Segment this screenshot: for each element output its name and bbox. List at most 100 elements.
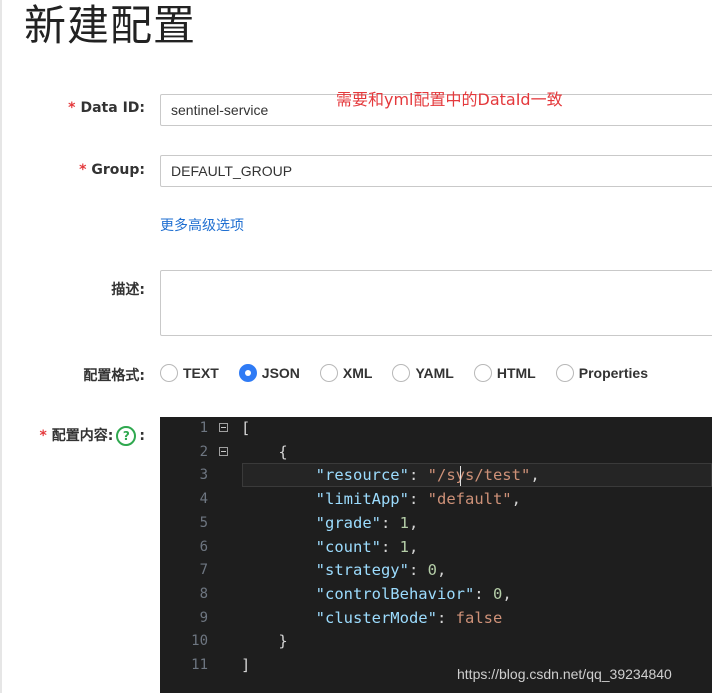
radio-label: YAML	[415, 365, 454, 381]
content-label: * 配置内容:?:	[39, 425, 145, 446]
advanced-options-link[interactable]: 更多高级选项	[160, 215, 244, 235]
editor-line: 10 }	[160, 630, 712, 654]
help-icon[interactable]: ?	[116, 426, 137, 446]
code-text: [	[241, 417, 250, 441]
fold-toggle-icon[interactable]	[219, 446, 228, 456]
line-number: 3	[199, 467, 208, 484]
code-token: "controlBehavior"	[315, 584, 475, 603]
format-radio-group: TEXT JSON XML YAML HTML Properties	[160, 361, 668, 385]
text-cursor	[460, 466, 461, 486]
code-text: }	[241, 630, 288, 654]
left-border	[0, 0, 2, 693]
page-title: 新建配置	[24, 1, 197, 50]
code-token: 0	[427, 561, 437, 580]
group-label-text: Group:	[91, 162, 145, 178]
editor-line: 3 "resource": "/sys/test",	[160, 464, 712, 488]
line-number: 5	[199, 514, 208, 531]
code-token: 1	[399, 513, 409, 532]
editor-line: 5 "grade": 1,	[160, 512, 712, 536]
radio-label: TEXT	[183, 365, 219, 381]
code-token: [	[241, 419, 251, 437]
code-token: "resource"	[315, 466, 409, 485]
annotation-note: 需要和yml配置中的DataId一致	[336, 90, 563, 109]
watermark-text: https://blog.csdn.net/qq_39234840	[457, 666, 672, 682]
code-token: ,	[409, 513, 419, 532]
code-text: "controlBehavior": 0,	[241, 583, 512, 607]
content-label-colon: :	[139, 428, 145, 444]
line-number: 11	[191, 657, 208, 673]
editor-line: 7 "strategy": 0,	[160, 559, 712, 583]
line-number: 7	[199, 562, 208, 579]
code-token: ,	[530, 466, 540, 485]
code-token: :	[408, 466, 428, 485]
line-number: 9	[199, 609, 208, 626]
code-token: "count"	[315, 537, 381, 556]
format-option-properties[interactable]: Properties	[555, 364, 648, 382]
code-token: :	[408, 490, 428, 509]
line-number: 4	[199, 491, 208, 508]
line-number: 8	[199, 585, 208, 602]
code-token: :	[380, 513, 400, 532]
code-token: ,	[409, 537, 419, 556]
line-number: 10	[191, 633, 208, 650]
code-token: "clusterMode"	[315, 608, 437, 627]
line-number: 6	[199, 538, 208, 555]
fold-toggle-icon[interactable]	[219, 423, 228, 432]
radio-label: HTML	[496, 365, 536, 381]
code-token: ,	[511, 490, 521, 509]
code-text: "limitApp": "default",	[241, 488, 521, 512]
code-token: :	[408, 561, 428, 580]
radio-button[interactable]	[319, 364, 338, 382]
format-option-xml[interactable]: XML	[319, 364, 372, 382]
required-marker: *	[79, 162, 87, 178]
editor-line: 8 "controlBehavior": 0,	[160, 583, 712, 607]
code-token: 0	[492, 584, 503, 603]
code-token: }	[241, 632, 288, 651]
description-label: 描述:	[111, 282, 145, 298]
editor-line: 1[	[160, 417, 712, 441]
editor-line: 2 {	[160, 441, 712, 465]
radio-button[interactable]	[555, 364, 574, 382]
code-token: "grade"	[315, 513, 381, 532]
group-input[interactable]	[160, 155, 712, 187]
group-label: * Group:	[79, 162, 145, 178]
format-option-text[interactable]: TEXT	[160, 364, 219, 382]
radio-button[interactable]	[392, 364, 411, 382]
required-marker: *	[68, 100, 76, 116]
code-token: :	[380, 537, 400, 556]
format-option-json[interactable]: JSON	[238, 364, 300, 382]
code-token: "default"	[427, 490, 512, 509]
code-editor[interactable]: 1[2 {3 "resource": "/sys/test", 4 "limitA…	[160, 417, 712, 693]
format-label: 配置格式:	[83, 368, 145, 384]
code-token: "limitApp"	[315, 490, 409, 509]
code-token: {	[241, 442, 288, 461]
content-label-text: 配置内容:	[51, 428, 114, 444]
code-text: "resource": "/sys/test",	[241, 464, 540, 488]
code-text: "clusterMode": false	[241, 607, 503, 631]
editor-line: 9 "clusterMode": false	[160, 607, 712, 631]
radio-label: Properties	[578, 365, 648, 381]
code-text: "count": 1,	[241, 536, 419, 560]
data-id-label-text: Data ID:	[80, 100, 145, 116]
format-option-html[interactable]: HTML	[473, 364, 536, 382]
radio-button[interactable]	[238, 364, 257, 382]
code-token: ,	[502, 584, 512, 603]
format-option-yaml[interactable]: YAML	[392, 364, 454, 382]
radio-button[interactable]	[473, 364, 492, 382]
code-text: {	[241, 441, 288, 465]
description-textarea[interactable]	[160, 270, 712, 336]
data-id-label: * Data ID:	[68, 100, 145, 116]
code-token: :	[474, 584, 493, 603]
code-token: :	[436, 608, 456, 627]
radio-button[interactable]	[160, 364, 178, 382]
code-text: "strategy": 0,	[241, 559, 447, 583]
code-token: ,	[437, 561, 447, 580]
code-token: "strategy"	[315, 561, 409, 580]
